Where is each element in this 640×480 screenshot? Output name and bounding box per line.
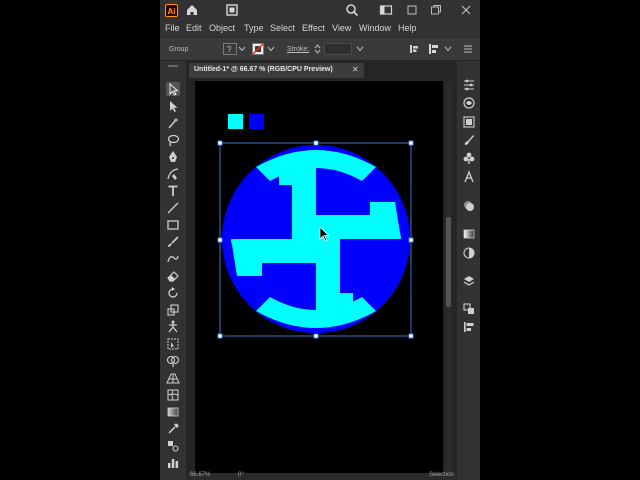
gradient-tool-icon[interactable] xyxy=(166,405,180,419)
direct-selection-tool-icon[interactable] xyxy=(166,99,180,113)
resize-handle[interactable] xyxy=(313,333,319,339)
appearance-icon[interactable] xyxy=(462,199,476,213)
menu-window[interactable]: Window xyxy=(359,23,391,33)
control-bar: Group ? Stroke: xyxy=(160,37,480,61)
status-tool: Selection xyxy=(429,472,454,478)
resize-handle[interactable] xyxy=(217,237,223,243)
scrollbar-thumb[interactable] xyxy=(446,217,451,307)
stroke-label[interactable]: Stroke: xyxy=(287,46,309,53)
transparency-icon[interactable] xyxy=(462,246,476,260)
selection-label: Group xyxy=(169,46,189,53)
column-graph-tool-icon[interactable] xyxy=(166,456,180,470)
menu-effect[interactable]: Effect xyxy=(302,23,325,33)
document-tab[interactable]: Untitled-1* @ 66.67 % (RGB/CPU Preview) … xyxy=(189,63,364,78)
resize-handle[interactable] xyxy=(408,237,414,243)
status-bar: 66.67% 0° Selection xyxy=(186,472,456,480)
pinwheel-group[interactable] xyxy=(222,145,410,333)
libraries-icon[interactable] xyxy=(462,96,476,110)
blend-tool-icon[interactable] xyxy=(166,439,180,453)
menu-type[interactable]: Type xyxy=(244,23,264,33)
line-tool-icon[interactable] xyxy=(166,201,180,215)
lasso-tool-icon[interactable] xyxy=(166,133,180,147)
resize-handle[interactable] xyxy=(217,140,223,146)
menu-object[interactable]: Object xyxy=(209,23,235,33)
resize-handle[interactable] xyxy=(408,140,414,146)
character-icon[interactable] xyxy=(462,170,476,184)
resize-handle[interactable] xyxy=(217,333,223,339)
magic-wand-tool-icon[interactable] xyxy=(166,116,180,130)
chevron-down-icon[interactable] xyxy=(267,46,275,52)
minimize-icon[interactable] xyxy=(405,3,419,17)
align-panel-icon[interactable] xyxy=(462,320,476,334)
menu-select[interactable]: Select xyxy=(270,23,295,33)
restore-icon[interactable] xyxy=(429,3,443,17)
document-icon[interactable] xyxy=(225,3,239,17)
app-logo: Ai xyxy=(165,4,178,17)
stroke-swatch-icon[interactable] xyxy=(252,43,264,55)
artboards-icon[interactable] xyxy=(462,302,476,316)
blue-swatch[interactable] xyxy=(249,114,264,129)
menu-view[interactable]: View xyxy=(332,23,351,33)
question-icon: ? xyxy=(227,45,232,54)
brushes-icon[interactable] xyxy=(462,133,476,147)
close-tab-icon[interactable]: ✕ xyxy=(352,65,359,74)
rotate-tool-icon[interactable] xyxy=(166,286,180,300)
chevron-down-icon[interactable] xyxy=(356,46,364,52)
stroke-weight-input[interactable] xyxy=(324,43,352,55)
gradient-panel-icon[interactable] xyxy=(462,227,476,241)
chevron-down-icon[interactable] xyxy=(238,46,246,52)
stroke-stepper-icon[interactable] xyxy=(314,43,321,55)
scale-tool-icon[interactable] xyxy=(166,303,180,317)
collapse-icon[interactable] xyxy=(167,64,179,68)
symbols-icon[interactable] xyxy=(462,151,476,165)
search-icon[interactable] xyxy=(345,3,359,17)
resize-handle[interactable] xyxy=(313,140,319,146)
rectangle-tool-icon[interactable] xyxy=(166,218,180,232)
puppet-warp-tool-icon[interactable] xyxy=(166,320,180,334)
work-area: Untitled-1* @ 66.67 % (RGB/CPU Preview) … xyxy=(160,61,480,480)
menu-bar: File Edit Object Type Select Effect View… xyxy=(160,20,480,37)
eyedropper-tool-icon[interactable] xyxy=(166,422,180,436)
fill-swatch[interactable]: ? xyxy=(223,43,237,55)
cyan-swatch[interactable] xyxy=(228,114,243,129)
menu-edit[interactable]: Edit xyxy=(186,23,202,33)
properties-icon[interactable] xyxy=(462,78,476,92)
mesh-tool-icon[interactable] xyxy=(166,388,180,402)
perspective-grid-tool-icon[interactable] xyxy=(166,371,180,385)
menu-file[interactable]: File xyxy=(165,23,180,33)
eraser-tool-icon[interactable] xyxy=(166,269,180,283)
align-icon[interactable] xyxy=(409,44,419,54)
paintbrush-tool-icon[interactable] xyxy=(166,235,180,249)
close-icon[interactable] xyxy=(459,3,473,17)
selection-tool-icon[interactable] xyxy=(166,82,180,96)
title-bar: Ai xyxy=(160,0,480,20)
workspace-icon[interactable] xyxy=(379,3,393,17)
artwork-canvas[interactable] xyxy=(195,81,443,479)
document-title: Untitled-1* @ 66.67 % (RGB/CPU Preview) xyxy=(194,66,333,73)
distribute-icon[interactable] xyxy=(428,43,440,55)
shaper-tool-icon[interactable] xyxy=(166,252,180,266)
illustrator-window: Ai File Edit Object Type Select Effect V… xyxy=(160,0,480,480)
chevron-down-icon[interactable] xyxy=(444,46,452,52)
vertical-scrollbar[interactable] xyxy=(445,81,452,479)
color-icon[interactable] xyxy=(462,115,476,129)
resize-handle[interactable] xyxy=(408,333,414,339)
layers-icon[interactable] xyxy=(462,274,476,288)
curvature-tool-icon[interactable] xyxy=(166,167,180,181)
free-transform-tool-icon[interactable] xyxy=(166,337,180,351)
menu-help[interactable]: Help xyxy=(398,23,417,33)
type-tool-icon[interactable] xyxy=(166,184,180,198)
pen-tool-icon[interactable] xyxy=(166,150,180,164)
panel-dock xyxy=(456,61,480,480)
panel-menu-icon[interactable] xyxy=(463,44,473,54)
zoom-level[interactable]: 66.67% xyxy=(190,472,210,478)
shape-builder-tool-icon[interactable] xyxy=(166,354,180,368)
artboard[interactable] xyxy=(195,81,443,479)
tools-panel xyxy=(160,61,186,480)
home-icon[interactable] xyxy=(185,3,199,17)
rotation-value[interactable]: 0° xyxy=(238,472,244,478)
